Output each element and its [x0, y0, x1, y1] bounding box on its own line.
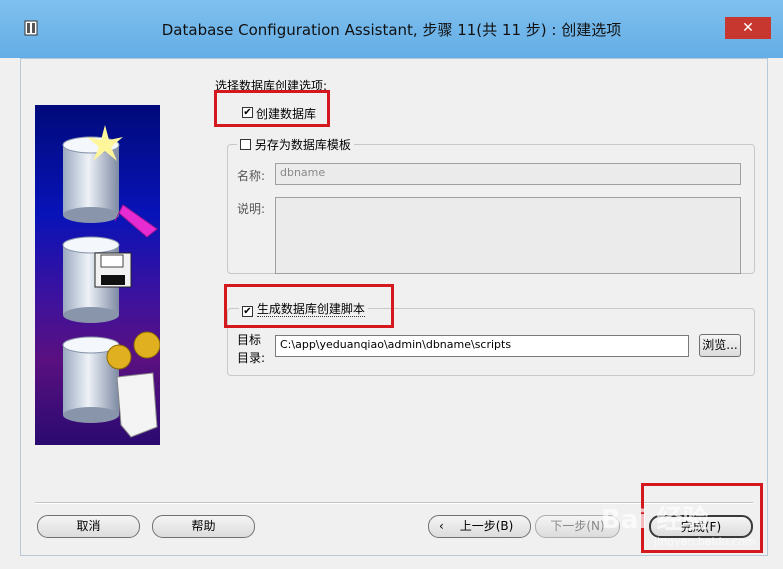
template-desc-field[interactable] [275, 197, 741, 274]
next-label: 下一步(N) [550, 519, 605, 533]
target-dir-label-line2: 目录: [237, 351, 266, 365]
help-button[interactable]: 帮助 [152, 515, 255, 538]
back-label: 上一步(B) [459, 519, 514, 533]
target-dir-label-line1: 目标 [237, 333, 262, 347]
title-bar[interactable]: Database Configuration Assistant, 步骤 11(… [0, 0, 783, 58]
baidu-watermark: Bai 经验 [601, 505, 709, 535]
dialog-client-area: 选择数据库创建选项: ✔ 创建数据库 另存为数据库模板 名称: dbname 说… [20, 58, 768, 556]
save-template-checkbox[interactable] [240, 139, 251, 150]
template-desc-label: 说明: [237, 202, 266, 216]
highlight-box-create-db [214, 90, 330, 127]
baidu-watermark-url: jingyan.baidu.com [654, 535, 756, 548]
dialog-window: Database Configuration Assistant, 步骤 11(… [0, 0, 783, 569]
database-cylinders-icon [62, 125, 161, 438]
database-illustration [35, 105, 161, 445]
cancel-button[interactable]: 取消 [37, 515, 140, 538]
template-name-field[interactable]: dbname [275, 163, 741, 185]
window-title: Database Configuration Assistant, 步骤 11(… [161, 21, 622, 39]
browse-button[interactable]: 浏览... [699, 334, 741, 357]
save-template-label[interactable]: 另存为数据库模板 [255, 138, 351, 152]
chevron-left-icon: ‹ [439, 519, 444, 533]
save-template-header: 另存为数据库模板 [237, 136, 354, 153]
highlight-box-gen-scripts [224, 284, 394, 328]
back-button[interactable]: ‹ 上一步(B) [428, 515, 531, 538]
close-button[interactable]: ✕ [725, 17, 771, 39]
template-name-label: 名称: [237, 169, 266, 183]
target-dir-input[interactable]: C:\app\yeduanqiao\admin\dbname\scripts [275, 335, 689, 357]
close-icon: ✕ [742, 20, 754, 36]
